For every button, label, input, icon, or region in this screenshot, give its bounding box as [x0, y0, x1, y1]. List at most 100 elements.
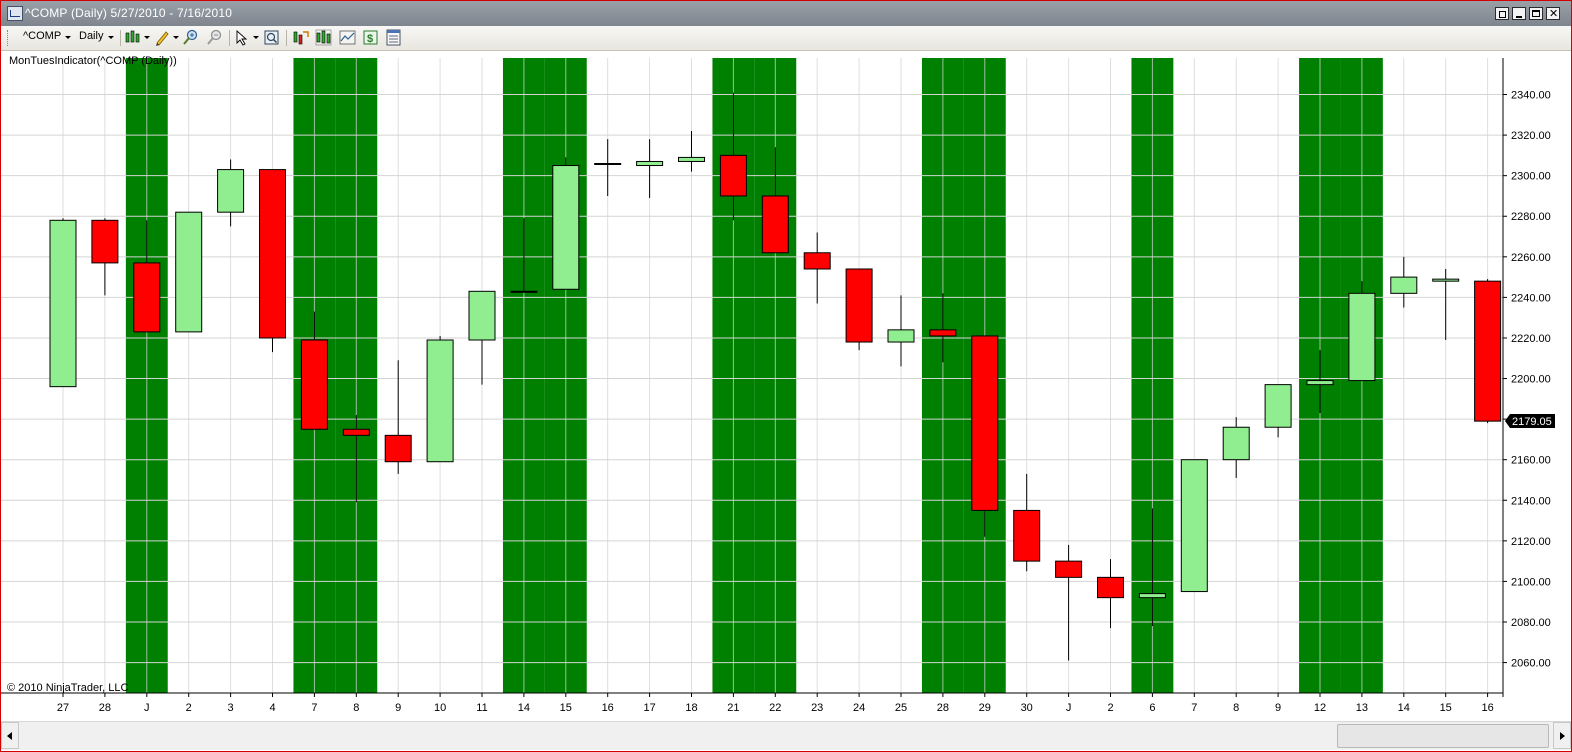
x-tick-label: 2 — [186, 702, 192, 714]
scroll-right-button[interactable] — [1553, 722, 1571, 749]
candle-body[interactable] — [175, 211, 203, 333]
close-button[interactable] — [1546, 7, 1560, 20]
x-tick-label: 9 — [1275, 702, 1281, 714]
candle-body[interactable] — [300, 339, 328, 430]
pointer-dropdown-arrow-icon[interactable] — [253, 36, 259, 39]
y-tick-label: 2260.00 — [1511, 252, 1551, 264]
x-tick-label: 23 — [811, 702, 823, 714]
chart-app-icon — [7, 6, 23, 21]
candle-body[interactable] — [761, 195, 789, 254]
instrument-dropdown-arrow-icon[interactable] — [65, 36, 71, 39]
restore-button[interactable] — [1495, 7, 1509, 20]
x-tick-label: 21 — [727, 702, 739, 714]
x-tick-label: 30 — [1021, 702, 1033, 714]
strategies-icon[interactable] — [292, 29, 309, 46]
candle-body[interactable] — [49, 219, 77, 388]
toolbar-separator — [286, 30, 287, 46]
candle-body[interactable] — [259, 169, 286, 339]
candle-body[interactable] — [1348, 292, 1376, 382]
zoom-out-icon[interactable] — [206, 29, 223, 46]
x-tick-label: 6 — [1149, 702, 1155, 714]
candle-body[interactable] — [133, 262, 161, 333]
title-bar[interactable]: ^COMP (Daily) 5/27/2010 - 7/16/2010 — [1, 1, 1571, 26]
toolbar-separator — [229, 30, 230, 46]
candle-body[interactable] — [1222, 426, 1250, 461]
horizontal-scrollbar[interactable] — [1, 721, 1571, 750]
toolbar-grip[interactable] — [7, 30, 11, 46]
candle-body[interactable] — [91, 219, 119, 264]
panel-icon[interactable] — [385, 29, 402, 46]
candle-body[interactable] — [342, 428, 370, 436]
candle-body[interactable] — [468, 290, 496, 341]
x-tick-label: 9 — [395, 702, 401, 714]
price-chart[interactable]: 2060.00 2080.00 2100.00 2120.00 2140.00 2160.… — [1, 50, 1571, 720]
candle-body[interactable] — [510, 290, 538, 293]
pointer-icon[interactable] — [234, 29, 251, 46]
candle-body[interactable] — [1180, 459, 1208, 593]
y-tick-label: 2240.00 — [1511, 292, 1551, 304]
candle-body[interactable] — [384, 434, 412, 463]
drawing-pencil-icon[interactable] — [154, 29, 171, 46]
market-analyzer-icon[interactable]: $ — [362, 29, 379, 46]
window-title: ^COMP (Daily) 5/27/2010 - 7/16/2010 — [25, 6, 233, 20]
candle-body[interactable] — [929, 329, 957, 337]
candle-body[interactable] — [1306, 380, 1334, 386]
y-tick-label: 2320.00 — [1511, 130, 1551, 142]
instrument-selector[interactable]: ^COMP — [23, 30, 61, 42]
scrollbar-thumb[interactable] — [1337, 724, 1549, 748]
candle-body[interactable] — [971, 335, 999, 511]
candle-body[interactable] — [845, 268, 873, 343]
bar-type-icon[interactable] — [125, 29, 142, 46]
candle-body[interactable] — [719, 154, 747, 197]
y-tick-label: 2280.00 — [1511, 211, 1551, 223]
candle-body[interactable] — [426, 339, 454, 463]
zoom-in-icon[interactable] — [182, 29, 199, 46]
x-tick-label: 8 — [1233, 702, 1239, 714]
candle-body[interactable] — [1097, 576, 1124, 599]
y-tick-label: 2060.00 — [1511, 658, 1551, 670]
candle-body[interactable] — [1013, 509, 1041, 562]
candle-body[interactable] — [678, 156, 705, 162]
x-tick-label: 15 — [560, 702, 572, 714]
indicators-icon[interactable] — [315, 29, 332, 46]
candle-body[interactable] — [1474, 280, 1502, 422]
candle-body[interactable] — [1432, 278, 1460, 282]
maximize-button[interactable] — [1529, 7, 1543, 20]
y-tick-label: 2160.00 — [1511, 455, 1551, 467]
y-tick-label: 2200.00 — [1511, 374, 1551, 386]
chart-properties-icon[interactable] — [339, 29, 356, 46]
x-tick-label: 11 — [476, 702, 487, 714]
copyright-text: © 2010 NinjaTrader, LLC — [7, 682, 129, 694]
chart-toolbar: ^COMP Daily $ — [1, 26, 1571, 51]
data-box-icon[interactable] — [263, 29, 280, 46]
candle-body[interactable] — [887, 329, 915, 343]
x-tick-label: 14 — [518, 702, 530, 714]
x-tick-label: J — [1066, 702, 1072, 714]
x-tick-label: 29 — [979, 702, 991, 714]
x-tick-label: 13 — [1356, 702, 1368, 714]
x-tick-label: 17 — [643, 702, 655, 714]
candle-body[interactable] — [552, 165, 580, 290]
candle-body[interactable] — [1055, 560, 1083, 578]
candle-body[interactable] — [636, 160, 664, 167]
candle-body[interactable] — [1390, 276, 1418, 294]
y-tick-label: 2140.00 — [1511, 495, 1551, 507]
bar-type-dropdown-arrow-icon[interactable] — [144, 36, 150, 39]
minimize-button[interactable] — [1512, 7, 1526, 20]
y-tick-label: 2080.00 — [1511, 617, 1551, 629]
candle-body[interactable] — [217, 169, 245, 213]
interval-dropdown-arrow-icon[interactable] — [108, 36, 114, 39]
scroll-left-button[interactable] — [1, 722, 19, 749]
y-tick-label: 2340.00 — [1511, 90, 1551, 102]
candle-body[interactable] — [803, 252, 831, 270]
toolbar-separator — [120, 30, 121, 46]
x-tick-label: 27 — [57, 702, 69, 714]
interval-selector[interactable]: Daily — [79, 30, 103, 42]
x-tick-label: 3 — [228, 702, 234, 714]
drawing-dropdown-arrow-icon[interactable] — [173, 36, 179, 39]
candle-body[interactable] — [1138, 593, 1166, 599]
x-tick-label: 28 — [99, 702, 111, 714]
x-tick-label: 4 — [269, 702, 275, 714]
candle-body[interactable] — [594, 162, 622, 165]
candle-body[interactable] — [1264, 384, 1292, 428]
